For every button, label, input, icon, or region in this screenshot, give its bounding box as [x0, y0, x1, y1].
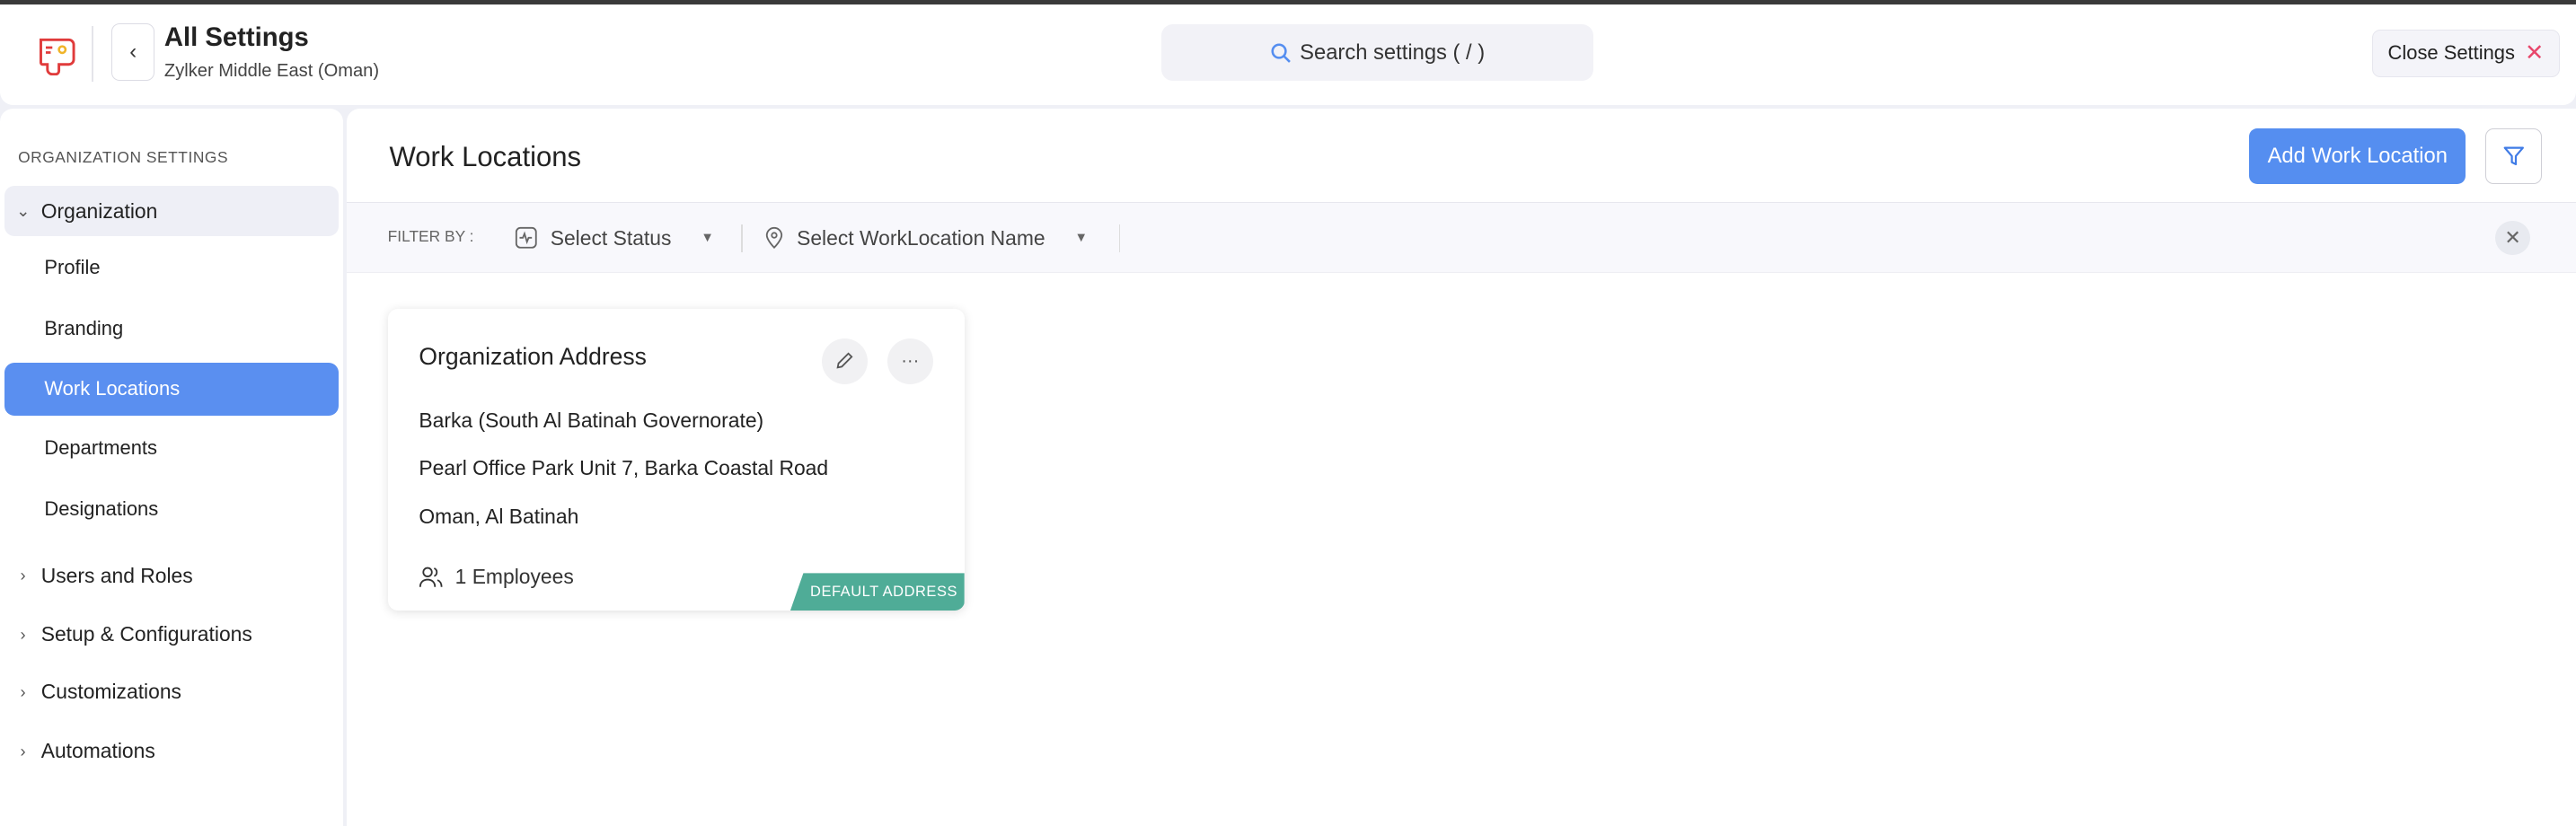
employee-count-label: 1 Employees [454, 565, 574, 589]
search-placeholder: Search settings ( / ) [1300, 40, 1486, 65]
pencil-icon [836, 352, 853, 369]
sidebar-item-organization[interactable]: ⌄ Organization [4, 185, 339, 237]
work-location-card: Organization Address ··· Barka (South Al… [387, 308, 965, 611]
users-icon [419, 567, 443, 587]
search-settings-input[interactable]: Search settings ( / ) [1161, 24, 1594, 81]
address-line: Oman, Al Batinah [419, 504, 579, 528]
select-worklocation-name-dropdown[interactable]: Select WorkLocation Name ▼ [764, 203, 1089, 274]
organization-name: Zylker Middle East (Oman) [163, 60, 380, 81]
sidebar-item-label: Automations [40, 739, 155, 763]
filter-divider [740, 224, 743, 252]
back-button[interactable]: ‹ [111, 22, 154, 81]
sidebar-item-customizations[interactable]: › Customizations [4, 667, 338, 718]
chevron-right-icon: › [20, 566, 26, 585]
address-line: Pearl Office Park Unit 7, Barka Coastal … [419, 456, 829, 480]
default-address-badge: DEFAULT ADDRESS [790, 573, 965, 611]
address-line: Barka (South Al Batinah Governorate) [419, 409, 764, 433]
location-pin-icon [765, 227, 782, 250]
select-worklocation-placeholder: Select WorkLocation Name [797, 225, 1045, 250]
chevron-right-icon: › [20, 741, 26, 760]
header-divider [92, 26, 94, 83]
close-icon: ✕ [2504, 226, 2521, 250]
select-status-dropdown[interactable]: Select Status ▼ [515, 203, 714, 274]
page-title: Work Locations [389, 141, 582, 173]
search-icon [1271, 43, 1292, 63]
ellipsis-icon: ··· [901, 350, 920, 371]
app-logo-icon [40, 38, 75, 75]
sidebar-item-automations[interactable]: › Automations [4, 725, 338, 777]
page-header-title: All Settings [163, 22, 309, 52]
filter-toggle-button[interactable] [2485, 127, 2542, 184]
chevron-right-icon: › [20, 624, 26, 644]
filter-icon [2503, 146, 2524, 165]
add-work-location-button[interactable]: Add Work Location [2249, 127, 2466, 184]
sidebar-item-work-locations[interactable]: Work Locations [4, 363, 339, 416]
caret-down-icon: ▼ [701, 231, 714, 246]
sidebar-item-designations[interactable]: Designations [4, 483, 338, 536]
chevron-down-icon: ⌄ [15, 201, 31, 221]
activity-icon [515, 227, 537, 250]
more-options-button[interactable]: ··· [887, 338, 933, 384]
sidebar-item-departments[interactable]: Departments [4, 422, 338, 475]
select-status-placeholder: Select Status [550, 225, 672, 250]
sidebar-item-users-and-roles[interactable]: › Users and Roles [4, 550, 338, 602]
close-icon: ✕ [2524, 40, 2545, 66]
main-content: Work Locations Add Work Location FILTER … [346, 108, 2576, 826]
chevron-left-icon: ‹ [129, 39, 137, 64]
sidebar-item-label: Users and Roles [40, 563, 193, 587]
header: ‹ All Settings Zylker Middle East (Oman)… [0, 4, 2576, 106]
chevron-right-icon: › [20, 681, 26, 701]
edit-button[interactable] [821, 338, 868, 384]
sidebar-item-label: Customizations [40, 680, 181, 704]
close-settings-label: Close Settings [2387, 41, 2515, 65]
clear-filter-button[interactable]: ✕ [2495, 221, 2530, 256]
sidebar-item-setup-configurations[interactable]: › Setup & Configurations [4, 610, 338, 661]
sidebar: ORGANIZATION SETTINGS ⌄ Organization Prof… [0, 108, 344, 826]
sidebar-item-profile[interactable]: Profile [4, 242, 338, 294]
sidebar-item-branding[interactable]: Branding [4, 303, 338, 356]
close-settings-button[interactable]: Close Settings ✕ [2372, 29, 2560, 77]
filter-divider [1118, 224, 1121, 252]
card-title: Organization Address [419, 343, 647, 371]
sidebar-section-title: ORGANIZATION SETTINGS [18, 147, 229, 166]
filter-bar: FILTER BY : Select Status ▼ Select WorkL… [346, 201, 2576, 274]
sidebar-item-label: Organization [40, 198, 158, 223]
caret-down-icon: ▼ [1074, 231, 1089, 246]
sidebar-item-label: Setup & Configurations [40, 622, 252, 646]
filter-by-label: FILTER BY : [387, 227, 474, 246]
employee-count: 1 Employees [419, 565, 574, 589]
